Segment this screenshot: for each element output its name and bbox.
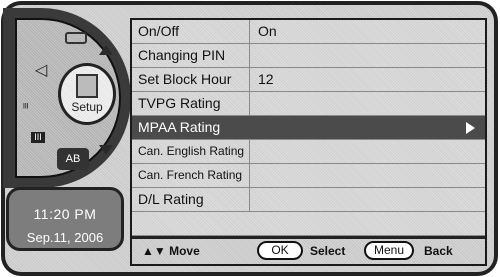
back-hint: Back — [424, 244, 453, 258]
clock-time: 11:20 PM — [33, 206, 97, 222]
menu-row-label: On/Off — [132, 20, 250, 43]
menu-row-can-english-rating[interactable]: Can. English Rating — [132, 140, 485, 164]
caption-icon[interactable]: III — [31, 132, 45, 143]
menu-row-set-block-hour[interactable]: Set Block Hour 12 — [132, 68, 485, 92]
menu-row-changing-pin[interactable]: Changing PIN — [132, 44, 485, 68]
channel-icon[interactable]: ᴵᴵᴵ — [23, 102, 29, 114]
menu-row-label: Can. French Rating — [132, 164, 250, 187]
move-hint: ▲▼ Move — [142, 244, 200, 258]
menu-row-label: Changing PIN — [132, 44, 250, 67]
setup-label: Setup — [71, 100, 103, 114]
menu-row-empty — [132, 212, 485, 236]
menu-row-tvpg-rating[interactable]: TVPG Rating — [132, 92, 485, 116]
screen-icon[interactable] — [65, 32, 87, 44]
menu-row-value: 12 — [258, 71, 274, 87]
ok-key-button[interactable]: OK — [257, 241, 303, 260]
right-arrow-icon — [466, 122, 475, 134]
clock-box: 11:20 PM Sep.11, 2006 — [6, 187, 124, 251]
menu-row-label: TVPG Rating — [132, 92, 250, 115]
setup-button[interactable]: Setup — [58, 63, 116, 125]
menu-row-label: Can. English Rating — [132, 140, 250, 163]
menu-row-on-off[interactable]: On/Off On — [132, 20, 485, 44]
dial-up-arrow-icon[interactable] — [99, 45, 113, 55]
menu-key-button[interactable]: Menu — [364, 241, 414, 260]
clock-date: Sep.11, 2006 — [26, 230, 104, 245]
ab-input-segment[interactable]: AB — [57, 148, 89, 170]
speaker-icon[interactable]: ◁ — [35, 60, 47, 80]
menu-row-can-french-rating[interactable]: Can. French Rating — [132, 164, 485, 188]
setup-icon — [76, 74, 98, 98]
dial-down-arrow-icon[interactable] — [99, 145, 113, 155]
menu-row-value: On — [258, 23, 277, 39]
select-hint: Select — [310, 244, 346, 258]
menu-row-mpaa-rating[interactable]: MPAA Rating — [132, 116, 485, 140]
menu-row-label: MPAA Rating — [138, 119, 221, 135]
menu-row-label: D/L Rating — [132, 188, 250, 211]
menu-row-label: Set Block Hour — [132, 68, 250, 91]
menu-row-dl-rating[interactable]: D/L Rating — [132, 188, 485, 212]
parental-control-menu: On/Off On Changing PIN Set Block Hour 12… — [130, 18, 487, 266]
key-guide-footer: ▲▼ Move OK Select Menu Back — [132, 239, 485, 264]
